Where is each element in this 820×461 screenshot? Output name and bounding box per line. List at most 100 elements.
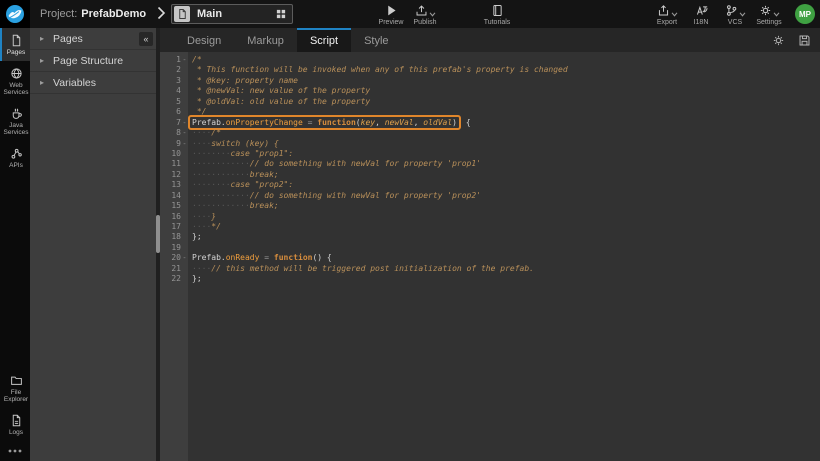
chevron-right-icon: ▸: [40, 34, 44, 43]
topbar-preview-label: Preview: [379, 19, 404, 26]
code-editor[interactable]: 1-234567-8-9-1011121314151617181920-2122…: [160, 52, 820, 461]
topbar-right-actions: Export I18N VCS Settings: [650, 3, 786, 26]
wavemaker-logo-icon: [5, 4, 25, 24]
editor-area: DesignMarkupScriptStyle 1-234567-8-9-101…: [160, 28, 820, 461]
caret-down-icon: [773, 12, 780, 17]
panel-section-label: Page Structure: [53, 55, 123, 67]
panel-section-variables[interactable]: ▸ Variables: [30, 72, 156, 94]
sidebar-item-label: Logs: [9, 429, 23, 436]
page-selector[interactable]: Main: [171, 4, 293, 24]
highlighted-code-box: Prefab.onPropertyChange = function(key, …: [188, 115, 461, 130]
panel-section-label: Pages: [53, 33, 83, 45]
editor-tab-bar: DesignMarkupScriptStyle: [160, 28, 820, 52]
topbar-i18n-label: I18N: [694, 19, 709, 26]
sidebar-item-java-services[interactable]: Java Services: [0, 101, 30, 141]
code-line-16: ····}: [192, 212, 820, 222]
topbar-i18n-button[interactable]: I18N: [684, 3, 718, 26]
code-line-14: ············// do something with newVal …: [192, 191, 820, 201]
wavemaker-logo[interactable]: [0, 0, 30, 28]
code-line-15: ············break;: [192, 201, 820, 211]
code-line-8: ····/*: [192, 128, 820, 138]
sidebar-item-apis[interactable]: APIs: [0, 141, 30, 174]
topbar-vcs-label: VCS: [728, 19, 742, 26]
topbar-export-button[interactable]: Export: [650, 3, 684, 26]
code-line-4: * @newVal: new value of the property: [192, 86, 820, 96]
topbar-publish-button[interactable]: Publish: [408, 3, 442, 26]
code-line-11: ············// do something with newVal …: [192, 159, 820, 169]
fold-toggle-icon[interactable]: -: [181, 128, 188, 138]
tab-style[interactable]: Style: [351, 28, 401, 52]
sidebar-item-pages[interactable]: Pages: [0, 28, 30, 61]
gear-icon[interactable]: [772, 34, 785, 47]
top-bar: Project:PrefabDemo Main Preview Publish Tu…: [0, 0, 820, 28]
code-line-2: * This function will be invoked when any…: [192, 65, 820, 75]
sidebar-item-logs[interactable]: Logs: [0, 408, 30, 441]
sidebar-more-button[interactable]: [0, 441, 30, 461]
book-icon: [491, 4, 504, 17]
code-line-17: ····*/: [192, 222, 820, 232]
avatar[interactable]: MP: [795, 4, 815, 24]
topbar-settings-button[interactable]: Settings: [752, 3, 786, 26]
fold-toggle-icon[interactable]: -: [181, 55, 188, 65]
code-line-21: ····// this method will be triggered pos…: [192, 264, 820, 274]
sidebar-spacer: [0, 174, 30, 368]
code-line-5: * @oldVal: old value of the property: [192, 97, 820, 107]
caret-down-icon: [429, 12, 436, 17]
play-icon: [385, 4, 398, 17]
code-line-3: * @key: property name: [192, 76, 820, 86]
vcs-icon: [725, 4, 738, 17]
panel-section-page-structure[interactable]: ▸Page Structure: [30, 50, 156, 72]
tab-markup[interactable]: Markup: [234, 28, 297, 52]
topbar-preview-button[interactable]: Preview: [374, 3, 408, 26]
panel-collapse-button[interactable]: «: [139, 32, 153, 46]
left-icon-sidebar: Pages Web Services Java Services APIs File E…: [0, 28, 30, 461]
grid-icon[interactable]: [275, 8, 287, 20]
panel-section-pages[interactable]: ▸ Pages: [30, 28, 156, 50]
sidebar-item-label: Pages: [7, 49, 25, 56]
fold-toggle-icon[interactable]: -: [181, 139, 188, 149]
avatar-initials: MP: [799, 10, 811, 19]
dots-icon: [8, 449, 22, 453]
tab-script[interactable]: Script: [297, 28, 351, 52]
globe-icon: [10, 67, 23, 80]
page-selector-value: Main: [197, 8, 222, 20]
gear-icon: [759, 4, 772, 17]
topbar-export-label: Export: [657, 19, 677, 26]
code-line-10: ········case "prop1":: [192, 149, 820, 159]
sidebar-item-label: APIs: [9, 162, 23, 169]
project-label: Project:PrefabDemo: [40, 0, 146, 28]
topbar-center-actions: Preview Publish Tutorials: [374, 3, 514, 26]
save-icon[interactable]: [798, 34, 811, 47]
chevron-right-icon: [157, 6, 166, 20]
panel-section-label: Variables: [53, 77, 96, 89]
page-icon: [10, 34, 23, 47]
code-line-7: Prefab.onPropertyChange = function(key, …: [192, 118, 820, 128]
topbar-tutorials-label: Tutorials: [484, 19, 511, 26]
topbar-tutorials-button[interactable]: Tutorials: [480, 3, 514, 26]
chevron-right-icon: ▸: [40, 78, 44, 87]
code-line-18: };: [192, 232, 820, 242]
fold-toggle-icon[interactable]: -: [181, 118, 188, 128]
sidebar-item-label: Web Services: [2, 82, 30, 96]
code-line-13: ········case "prop2":: [192, 180, 820, 190]
code-line-12: ············break;: [192, 170, 820, 180]
code-line-1: /*: [192, 55, 820, 65]
api-icon: [10, 147, 23, 160]
tab-design[interactable]: Design: [174, 28, 234, 52]
sidebar-item-web-services[interactable]: Web Services: [0, 61, 30, 101]
code-line-19: [192, 243, 820, 253]
logs-icon: [10, 414, 23, 427]
topbar-vcs-button[interactable]: VCS: [718, 3, 752, 26]
sidebar-item-label: Java Services: [2, 122, 30, 136]
caret-down-icon: [739, 12, 746, 17]
page-doc-icon: [174, 6, 190, 22]
editor-tabs: DesignMarkupScriptStyle: [174, 28, 402, 52]
editor-toolbar-icons: [772, 28, 811, 52]
fold-toggle-icon[interactable]: -: [181, 253, 188, 263]
publish-icon: [415, 4, 428, 17]
java-icon: [10, 107, 23, 120]
code-content[interactable]: /* * This function will be invoked when …: [188, 52, 820, 461]
i18n-icon: [695, 4, 708, 17]
code-line-9: ····switch (key) {: [192, 139, 820, 149]
sidebar-item-file-explorer[interactable]: File Explorer: [0, 368, 30, 408]
